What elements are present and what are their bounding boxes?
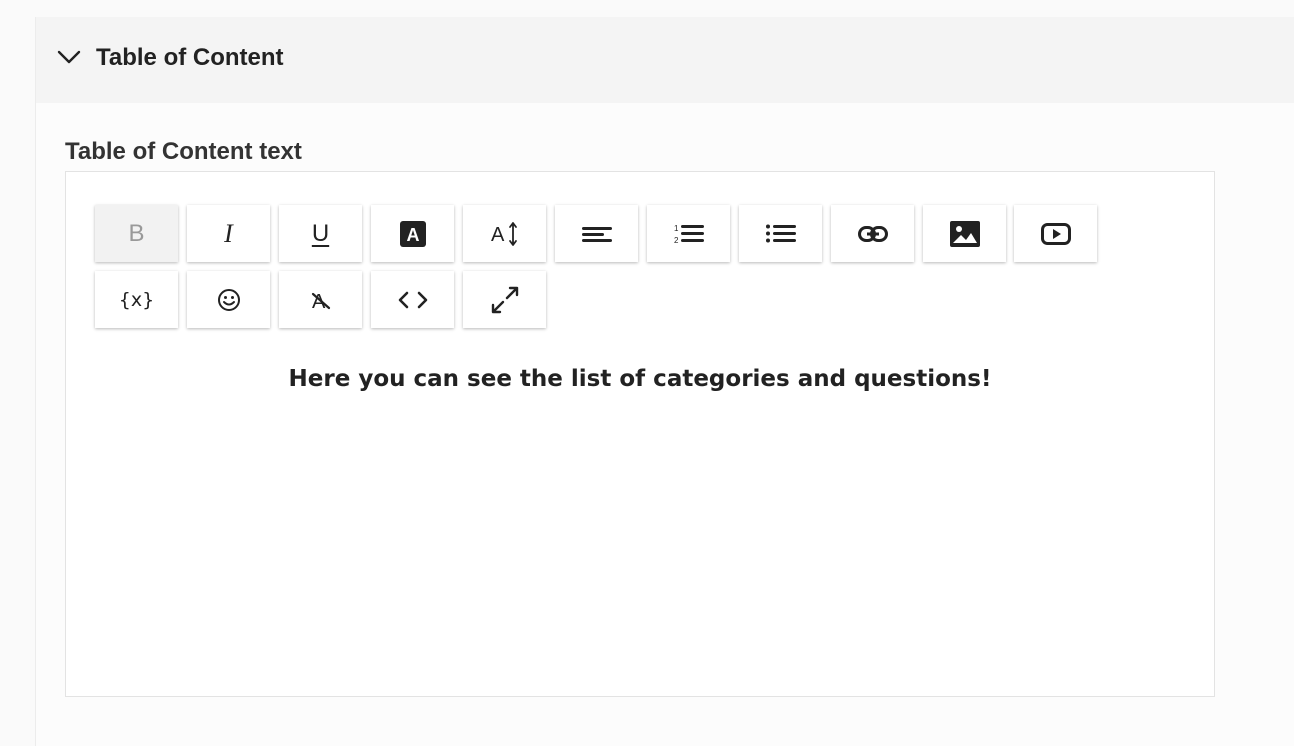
underline-icon: U <box>311 219 330 247</box>
italic-icon: I <box>224 218 233 248</box>
font-size-button[interactable]: A <box>463 205 546 262</box>
code-icon <box>398 291 428 309</box>
link-icon <box>857 225 888 243</box>
image-icon <box>949 220 980 247</box>
panel-title: Table of Content <box>96 44 284 71</box>
field-label: Table of Content text <box>65 138 302 165</box>
font-size-icon: A <box>491 221 519 247</box>
emoji-icon <box>217 288 241 312</box>
panel-header[interactable]: Table of Content <box>36 17 1294 103</box>
svg-text:A: A <box>491 224 505 246</box>
editor-content[interactable]: Here you can see the list of categories … <box>66 364 1214 394</box>
svg-text:2: 2 <box>674 236 679 245</box>
video-button[interactable] <box>1014 205 1097 262</box>
video-icon <box>1040 222 1071 246</box>
align-button[interactable] <box>555 205 638 262</box>
fullscreen-icon <box>491 286 519 314</box>
text-color-button[interactable]: A <box>371 205 454 262</box>
variable-icon: {x} <box>118 288 155 311</box>
svg-text:1: 1 <box>674 224 679 233</box>
link-button[interactable] <box>831 205 914 262</box>
svg-text:A: A <box>406 225 419 245</box>
unordered-list-icon <box>765 223 796 245</box>
text-color-icon: A <box>399 220 426 247</box>
clear-format-icon: A <box>309 288 333 312</box>
bold-button[interactable]: B <box>95 205 178 262</box>
ordered-list-button[interactable]: 12 <box>647 205 730 262</box>
emoji-button[interactable] <box>187 271 270 328</box>
code-view-button[interactable] <box>371 271 454 328</box>
italic-button[interactable]: I <box>187 205 270 262</box>
ordered-list-icon: 12 <box>674 223 704 245</box>
image-button[interactable] <box>923 205 1006 262</box>
clear-format-button[interactable]: A <box>279 271 362 328</box>
fullscreen-button[interactable] <box>463 271 546 328</box>
chevron-down-icon[interactable] <box>57 45 81 69</box>
unordered-list-button[interactable] <box>739 205 822 262</box>
rich-text-editor[interactable]: B I U A A 12 {x} A Here you can see the … <box>65 171 1215 697</box>
bold-icon: B <box>128 219 145 247</box>
table-of-content-panel: Table of Content Table of Content text B… <box>35 17 1294 746</box>
underline-button[interactable]: U <box>279 205 362 262</box>
align-left-icon <box>581 224 612 244</box>
variable-button[interactable]: {x} <box>95 271 178 328</box>
